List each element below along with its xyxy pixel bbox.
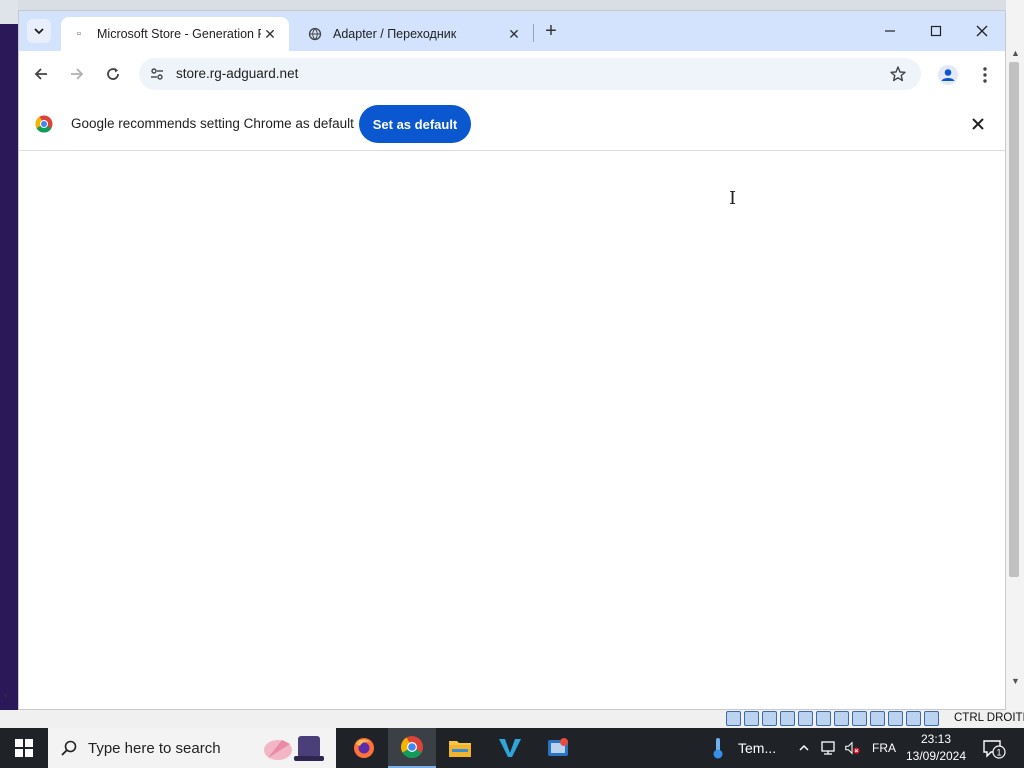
tab-strip: ▫ Microsoft Store - Generation Pr ✕ Adap… — [19, 11, 1005, 51]
windows-taskbar: Type here to search Tem... FRA 23:13 13/… — [0, 728, 1024, 768]
tab-title: Microsoft Store - Generation Pr — [97, 27, 261, 41]
back-icon[interactable] — [27, 60, 55, 88]
system-clock[interactable]: 23:13 13/09/2024 — [898, 731, 974, 765]
floppy-icon[interactable] — [762, 711, 777, 726]
chevron-up-icon[interactable] — [796, 740, 812, 756]
forward-icon[interactable] — [63, 60, 91, 88]
scrollbar-thumb[interactable] — [1009, 62, 1019, 577]
audio-icon[interactable] — [780, 711, 795, 726]
minimize-icon[interactable] — [867, 19, 913, 43]
vm-app-icon[interactable] — [486, 728, 534, 768]
taskbar-search-box[interactable]: Type here to search — [48, 728, 336, 768]
maximize-icon[interactable] — [913, 19, 959, 43]
site-info-icon[interactable] — [149, 66, 165, 85]
chevron-down-icon — [34, 28, 44, 35]
notification-count: 1 — [996, 748, 1001, 758]
cpu-icon[interactable] — [888, 711, 903, 726]
clock-time: 23:13 — [920, 732, 952, 746]
display-icon[interactable] — [852, 711, 867, 726]
chrome-logo-icon — [35, 115, 53, 136]
default-browser-infobar: Google recommends setting Chrome as defa… — [19, 97, 1005, 151]
network-icon[interactable] — [820, 740, 836, 756]
close-icon[interactable]: ✕ — [505, 26, 523, 43]
close-icon[interactable] — [969, 115, 987, 133]
mouse-integration-icon[interactable] — [906, 711, 921, 726]
globe-icon — [307, 26, 323, 42]
close-icon[interactable]: ✕ — [261, 26, 279, 43]
more-vert-icon[interactable] — [975, 64, 995, 86]
volume-icon[interactable] — [844, 740, 860, 756]
infobar-message: Google recommends setting Chrome as defa… — [71, 116, 354, 131]
virtualbox-icon[interactable] — [534, 728, 582, 768]
host-window-top-edge — [18, 0, 1006, 10]
disk-icon[interactable] — [726, 711, 741, 726]
star-icon[interactable] — [889, 65, 907, 86]
host-key-label: CTRL DROITE — [954, 712, 1024, 724]
tab-separator — [533, 24, 534, 42]
tab-title: Adapter / Переходник — [333, 27, 457, 41]
site-favicon-icon: ▫ — [77, 28, 81, 40]
page-content[interactable]: I — [19, 152, 1005, 709]
browser-toolbar: store.rg-adguard.net — [19, 51, 1005, 97]
close-icon[interactable] — [959, 19, 1005, 43]
keyboard-icon[interactable] — [924, 711, 939, 726]
tab-search-button[interactable] — [27, 19, 51, 43]
optical-drive-icon[interactable] — [744, 711, 759, 726]
thermometer-icon — [710, 736, 726, 763]
profile-icon[interactable] — [937, 64, 959, 86]
host-scroll-left-arrow[interactable]: ‹ — [4, 690, 8, 702]
vm-status-bar: CTRL DROITE — [0, 710, 1024, 728]
set-as-default-button[interactable]: Set as default — [359, 105, 471, 143]
host-scrollbar[interactable]: ▲ ▼ — [1006, 0, 1024, 710]
weather-text: Tem... — [738, 740, 777, 756]
host-window-left-edge: ‹ — [0, 0, 18, 710]
shared-folder-icon[interactable] — [834, 711, 849, 726]
tab-microsoft-store[interactable]: ▫ Microsoft Store - Generation Pr ✕ — [61, 17, 289, 51]
text-cursor-icon: I — [729, 188, 737, 209]
usb-icon[interactable] — [816, 711, 831, 726]
reload-icon[interactable] — [99, 60, 127, 88]
input-language[interactable]: FRA — [872, 741, 896, 755]
chrome-icon[interactable] — [388, 728, 436, 768]
url-text: store.rg-adguard.net — [176, 66, 299, 81]
host-titlebar-strip — [0, 0, 18, 24]
recording-icon[interactable] — [870, 711, 885, 726]
firefox-icon[interactable] — [340, 728, 388, 768]
network-adapter-icon[interactable] — [798, 711, 813, 726]
search-placeholder: Type here to search — [88, 740, 221, 757]
windows-logo-icon[interactable] — [0, 728, 48, 768]
search-icon — [60, 739, 78, 760]
notification-icon[interactable]: 1 — [982, 739, 1006, 762]
plus-icon[interactable]: + — [539, 20, 563, 44]
scroll-down-arrow[interactable]: ▼ — [1011, 676, 1020, 686]
weather-widget[interactable]: Tem... — [706, 728, 786, 768]
scroll-up-arrow[interactable]: ▲ — [1011, 48, 1020, 58]
file-explorer-icon[interactable] — [436, 728, 484, 768]
address-bar[interactable]: store.rg-adguard.net — [139, 58, 921, 90]
tab-adapter[interactable]: Adapter / Переходник ✕ — [297, 17, 533, 51]
chrome-window: ▫ Microsoft Store - Generation Pr ✕ Adap… — [18, 10, 1006, 710]
clock-date: 13/09/2024 — [905, 749, 967, 763]
search-highlight-icon — [260, 730, 332, 768]
